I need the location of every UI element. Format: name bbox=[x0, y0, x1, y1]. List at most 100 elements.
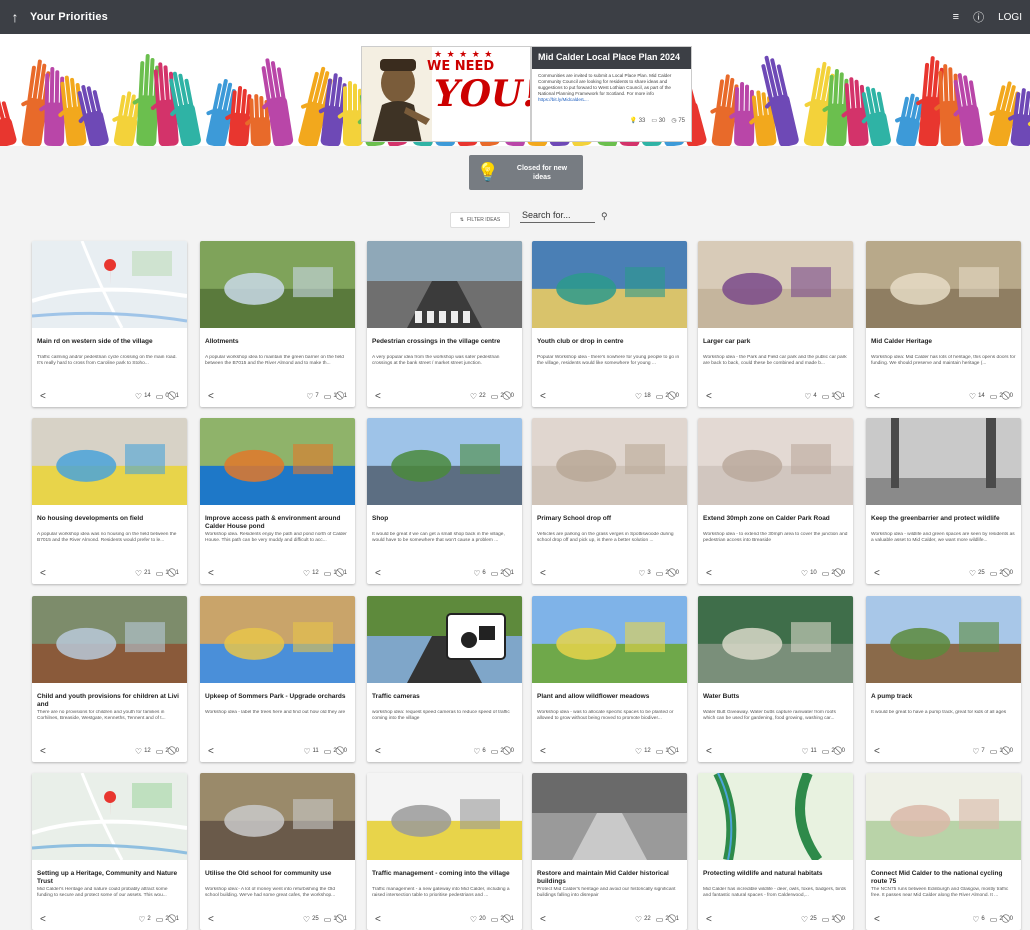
flag-button[interactable]: ⃠1 bbox=[174, 568, 179, 578]
help-circle-icon[interactable]: ⓘ bbox=[973, 9, 984, 25]
idea-card[interactable]: Improve access path & environment around… bbox=[200, 418, 355, 584]
flag-button[interactable]: ⃠1 bbox=[342, 568, 347, 578]
idea-image[interactable] bbox=[698, 596, 853, 683]
flag-button[interactable]: ⃠0 bbox=[509, 391, 514, 401]
flag-button[interactable]: ⃠0 bbox=[342, 746, 347, 756]
idea-image[interactable] bbox=[866, 241, 1021, 328]
idea-image[interactable] bbox=[367, 596, 522, 683]
comments-button[interactable]: ▭ 2 bbox=[990, 392, 1003, 401]
idea-title[interactable]: Larger car park bbox=[698, 328, 853, 355]
like-button[interactable]: ♡ 7 bbox=[972, 747, 985, 756]
share-icon[interactable]: < bbox=[706, 391, 712, 402]
closed-for-new-ideas-button[interactable]: 💡 Closed for new ideas bbox=[469, 155, 583, 190]
share-icon[interactable]: < bbox=[540, 914, 546, 925]
like-button[interactable]: ♡ 25 bbox=[969, 569, 985, 578]
like-button[interactable]: ♡ 3 bbox=[638, 569, 651, 578]
like-button[interactable]: ♡ 12 bbox=[303, 569, 319, 578]
comments-button[interactable]: ▭ 2 bbox=[156, 747, 169, 756]
share-icon[interactable]: < bbox=[40, 391, 46, 402]
idea-title[interactable]: Primary School drop off bbox=[532, 505, 687, 532]
comments-button[interactable]: ▭ 2 bbox=[656, 392, 669, 401]
comments-button[interactable]: ▭ 2 bbox=[156, 915, 169, 924]
share-icon[interactable]: < bbox=[874, 391, 880, 402]
like-button[interactable]: ♡ 25 bbox=[801, 915, 817, 924]
share-icon[interactable]: < bbox=[540, 391, 546, 402]
idea-title[interactable]: Shop bbox=[367, 505, 522, 532]
comments-button[interactable]: ▭ 1 bbox=[822, 392, 835, 401]
comments-button[interactable]: ▭ 2 bbox=[491, 569, 504, 578]
flag-button[interactable]: ⃠1 bbox=[342, 914, 347, 924]
share-icon[interactable]: < bbox=[375, 391, 381, 402]
comments-button[interactable]: ▭ 2 bbox=[491, 392, 504, 401]
idea-card[interactable]: Keep the greenbarrier and protect wildli… bbox=[866, 418, 1021, 584]
like-button[interactable]: ♡ 22 bbox=[470, 392, 486, 401]
comments-button[interactable]: ▭ 1 bbox=[324, 569, 337, 578]
share-icon[interactable]: < bbox=[208, 914, 214, 925]
share-icon[interactable]: < bbox=[874, 568, 880, 579]
idea-image[interactable] bbox=[200, 241, 355, 328]
like-button[interactable]: ♡ 2 bbox=[138, 915, 151, 924]
idea-image[interactable] bbox=[367, 773, 522, 860]
flag-button[interactable]: ⃠1 bbox=[674, 914, 679, 924]
idea-image[interactable] bbox=[698, 241, 853, 328]
flag-button[interactable]: ⃠0 bbox=[840, 746, 845, 756]
idea-card[interactable]: Main rd on western side of the village Tr… bbox=[32, 241, 187, 407]
idea-image[interactable] bbox=[698, 418, 853, 505]
idea-card[interactable]: Child and youth provisions for children … bbox=[32, 596, 187, 762]
like-button[interactable]: ♡ 6 bbox=[972, 915, 985, 924]
idea-title[interactable]: Plant and allow wildflower meadows bbox=[532, 683, 687, 710]
share-icon[interactable]: < bbox=[208, 391, 214, 402]
like-button[interactable]: ♡ 4 bbox=[804, 392, 817, 401]
idea-image[interactable] bbox=[367, 241, 522, 328]
like-button[interactable]: ♡ 25 bbox=[303, 915, 319, 924]
like-button[interactable]: ♡ 12 bbox=[635, 747, 651, 756]
comments-button[interactable]: ▭ 0 bbox=[156, 392, 169, 401]
like-button[interactable]: ♡ 14 bbox=[135, 392, 151, 401]
flag-button[interactable]: ⃠0 bbox=[509, 746, 514, 756]
idea-image[interactable] bbox=[32, 596, 187, 683]
share-icon[interactable]: < bbox=[208, 568, 214, 579]
idea-image[interactable] bbox=[532, 241, 687, 328]
comments-button[interactable]: ▭ 1 bbox=[324, 915, 337, 924]
flag-button[interactable]: ⃠1 bbox=[174, 391, 179, 401]
idea-title[interactable]: Traffic cameras bbox=[367, 683, 522, 710]
idea-card[interactable]: Youth club or drop in centre Popular Work… bbox=[532, 241, 687, 407]
comments-button[interactable]: ▭ 2 bbox=[822, 569, 835, 578]
flag-button[interactable]: ⃠0 bbox=[1008, 746, 1013, 756]
idea-title[interactable]: Mid Calder Heritage bbox=[866, 328, 1021, 355]
comments-button[interactable]: ▭ 1 bbox=[156, 569, 169, 578]
share-icon[interactable]: < bbox=[706, 746, 712, 757]
share-icon[interactable]: < bbox=[540, 568, 546, 579]
idea-title[interactable]: Allotments bbox=[200, 328, 355, 355]
idea-card[interactable]: Traffic cameras workshop idea: request sp… bbox=[367, 596, 522, 762]
like-button[interactable]: ♡ 20 bbox=[470, 915, 486, 924]
idea-image[interactable] bbox=[200, 418, 355, 505]
comments-button[interactable]: ▭ 1 bbox=[990, 747, 1003, 756]
idea-title[interactable]: Pedestrian crossings in the village cent… bbox=[367, 328, 522, 355]
idea-image[interactable] bbox=[532, 773, 687, 860]
idea-title[interactable]: Improve access path & environment around… bbox=[200, 505, 355, 532]
idea-title[interactable]: Keep the greenbarrier and protect wildli… bbox=[866, 505, 1021, 532]
comments-button[interactable]: ▭ 2 bbox=[656, 915, 669, 924]
flag-button[interactable]: ⃠1 bbox=[174, 914, 179, 924]
idea-card[interactable]: Utilise the Old school for community use… bbox=[200, 773, 355, 930]
idea-image[interactable] bbox=[532, 596, 687, 683]
idea-image[interactable] bbox=[698, 773, 853, 860]
flag-button[interactable]: ⃠1 bbox=[674, 746, 679, 756]
idea-card[interactable]: Upkeep of Sommers Park - Upgrade orchard… bbox=[200, 596, 355, 762]
back-arrow-icon[interactable]: ↑ bbox=[0, 9, 30, 25]
idea-card[interactable]: Extend 30mph zone on Calder Park Road Wor… bbox=[698, 418, 853, 584]
comments-button[interactable]: ▭ 2 bbox=[822, 747, 835, 756]
comments-button[interactable]: ▭ 1 bbox=[324, 392, 337, 401]
idea-card[interactable]: Shop It would be great if we can get a sm… bbox=[367, 418, 522, 584]
idea-title[interactable]: Child and youth provisions for children … bbox=[32, 683, 187, 710]
share-icon[interactable]: < bbox=[706, 568, 712, 579]
idea-card[interactable]: Protecting wildlife and natural habitats… bbox=[698, 773, 853, 930]
like-button[interactable]: ♡ 22 bbox=[635, 915, 651, 924]
flag-button[interactable]: ⃠1 bbox=[342, 391, 347, 401]
idea-image[interactable] bbox=[200, 596, 355, 683]
like-button[interactable]: ♡ 10 bbox=[801, 569, 817, 578]
idea-title[interactable]: Extend 30mph zone on Calder Park Road bbox=[698, 505, 853, 532]
idea-card[interactable]: Mid Calder Heritage Workshop idea: Mid Ca… bbox=[866, 241, 1021, 407]
filter-ideas-button[interactable]: ⇅ FILTER IDEAS bbox=[450, 212, 510, 228]
